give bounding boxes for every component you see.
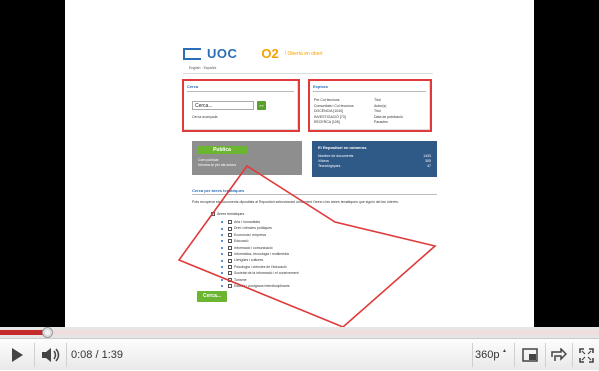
play-icon xyxy=(12,348,23,362)
uoc-logo-text: UOC xyxy=(207,46,238,61)
quality-button[interactable]: 360p xyxy=(475,349,499,361)
tree-root-label: Àrees temàtiques xyxy=(217,212,245,216)
bullet-icon xyxy=(221,234,223,237)
progress-played xyxy=(0,330,48,335)
checkbox-icon xyxy=(228,284,232,289)
areas-divider xyxy=(192,194,437,195)
bullet-icon xyxy=(221,246,223,249)
checkbox-icon xyxy=(228,252,232,257)
bullet-icon xyxy=(221,278,223,281)
quality-up-arrow-icon: ▲ xyxy=(502,348,507,354)
o2-logo: O2 xyxy=(261,46,279,61)
popout-icon xyxy=(522,348,538,362)
stat-row: Tecnològiques 47 xyxy=(318,164,431,169)
search-highlight-box xyxy=(182,79,300,132)
repository-stats-title: El Repositori en números xyxy=(318,145,367,150)
uoc-logo-icon xyxy=(183,47,201,60)
area-label: Estudis i postgraus interdisciplinaris xyxy=(234,284,290,289)
volume-button[interactable] xyxy=(35,339,67,371)
bullet-icon xyxy=(221,259,223,262)
video-frame: UOC O2 / Oberta en obert English · Españ… xyxy=(65,0,534,327)
areas-tree: Arts i humanitats Dret i ciències políti… xyxy=(221,219,299,289)
stat-value: 47 xyxy=(427,164,431,168)
time-display: 0:08 / 1:39 xyxy=(71,349,123,361)
video-area[interactable]: UOC O2 / Oberta en obert English · Españ… xyxy=(0,0,599,327)
time-separator: / xyxy=(92,349,102,361)
header-divider xyxy=(183,73,433,74)
expand-icon xyxy=(551,348,567,361)
checkbox-icon xyxy=(228,239,232,244)
publish-box: Publica Com publicar Informa-te per als … xyxy=(192,141,302,175)
site-header: UOC O2 / Oberta en obert xyxy=(183,46,323,61)
areas-search-button: Cerca... xyxy=(197,291,227,302)
fullscreen-icon xyxy=(578,347,594,363)
checkbox-icon xyxy=(228,245,232,250)
bullet-icon xyxy=(221,240,223,243)
areas-title: Cerca per àrees temàtiques xyxy=(192,188,245,193)
video-player: UOC O2 / Oberta en obert English · Españ… xyxy=(0,0,599,370)
time-total: 1:39 xyxy=(101,349,124,361)
language-links: English · Español xyxy=(189,66,217,70)
expand-button[interactable] xyxy=(546,339,572,371)
area-item: Estudis i postgraus interdisciplinaris xyxy=(221,283,299,289)
repository-stats-box: El Repositori en números Nombre de docum… xyxy=(312,141,437,177)
repository-stats-rows: Nombre de documents 1433 Vídeos 305 Tecnol… xyxy=(318,154,431,169)
bullet-icon xyxy=(221,253,223,256)
control-separator xyxy=(472,343,473,367)
bullet-icon xyxy=(221,221,223,224)
checkbox-icon xyxy=(228,271,232,276)
stat-label: Tecnològiques xyxy=(318,164,341,168)
progress-bar[interactable] xyxy=(0,327,599,338)
bullet-icon xyxy=(221,266,223,269)
checkbox-icon xyxy=(228,265,232,270)
publish-link: Informa-te per als autors xyxy=(198,163,237,167)
checkbox-icon xyxy=(228,258,232,263)
volume-icon xyxy=(42,348,60,362)
progress-track[interactable] xyxy=(0,330,599,335)
areas-description: Pots recuperar els documents dipositats … xyxy=(192,200,399,204)
time-current: 0:08 xyxy=(71,349,93,361)
fullscreen-button[interactable] xyxy=(573,339,599,371)
publish-links: Com publicar Informa-te per als autors xyxy=(198,158,236,168)
bullet-icon xyxy=(221,272,223,275)
progress-scrubber[interactable] xyxy=(42,327,53,338)
play-button[interactable] xyxy=(0,339,34,371)
popout-button[interactable] xyxy=(515,339,545,371)
publish-button: Publica xyxy=(197,146,247,154)
explore-highlight-box xyxy=(308,79,432,132)
checkbox-icon xyxy=(228,226,232,231)
control-separator xyxy=(66,343,67,367)
o2-tagline: / Oberta en obert xyxy=(284,50,323,57)
checkbox-icon xyxy=(228,220,232,225)
checkbox-icon xyxy=(228,277,232,282)
checkbox-icon xyxy=(211,212,215,216)
bullet-icon xyxy=(221,227,223,230)
player-controls: 0:08 / 1:39 360p ▲ xyxy=(0,338,599,370)
bullet-icon xyxy=(221,285,223,288)
checkbox-icon xyxy=(228,233,232,238)
areas-tree-root: Àrees temàtiques xyxy=(211,212,244,216)
